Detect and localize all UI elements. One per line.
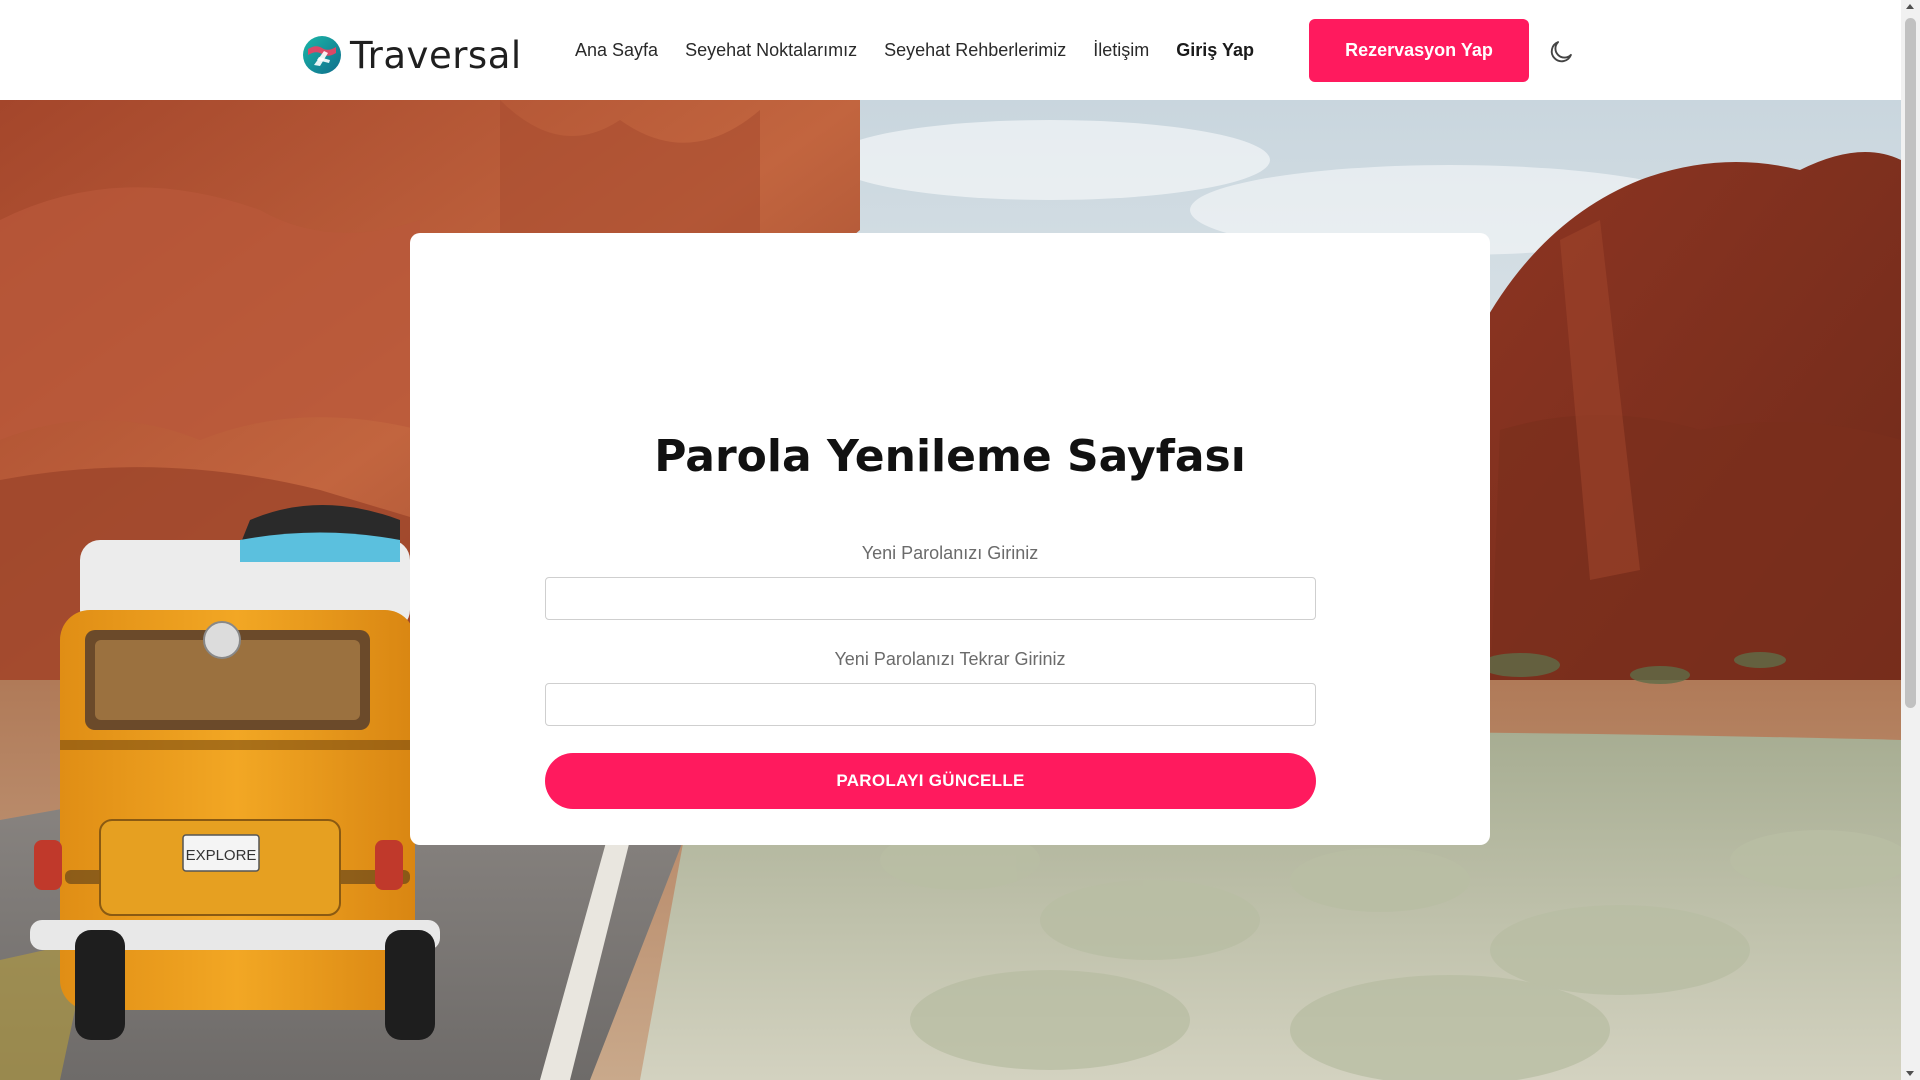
nav-item-login[interactable]: Giriş Yap xyxy=(1176,36,1254,64)
page-scrollbar[interactable] xyxy=(1901,0,1920,1080)
confirm-password-label: Yeni Parolanızı Tekrar Giriniz xyxy=(834,649,1066,669)
nav-item-guides[interactable]: Seyehat Rehberlerimiz xyxy=(884,36,1066,64)
van-illustration: EXPLORE xyxy=(30,505,440,1040)
nav-item-destinations[interactable]: Seyehat Noktalarımız xyxy=(685,36,857,64)
new-password-label: Yeni Parolanızı Giriniz xyxy=(861,543,1039,563)
confirm-password-field[interactable] xyxy=(545,683,1316,726)
nav-item-contact[interactable]: İletişim xyxy=(1093,36,1149,64)
site-logo-text: Traversal xyxy=(350,33,522,77)
scrollbar-thumb[interactable] xyxy=(1905,18,1916,708)
page-title: Parola Yenileme Sayfası xyxy=(654,431,1246,482)
globe-plane-icon xyxy=(303,36,341,74)
site-logo[interactable]: Traversal xyxy=(302,30,522,80)
moon-icon[interactable] xyxy=(1547,38,1575,66)
scroll-up-icon[interactable] xyxy=(1906,4,1914,9)
book-button[interactable]: Rezervasyon Yap xyxy=(1309,19,1529,82)
main-nav: Ana Sayfa Seyehat Noktalarımız Seyehat R… xyxy=(575,36,1254,64)
scroll-down-icon[interactable] xyxy=(1906,1071,1914,1076)
site-header: Traversal Ana Sayfa Seyehat Noktalarımız… xyxy=(0,0,1901,100)
update-password-button[interactable]: PAROLAYI GÜNCELLE xyxy=(545,753,1316,809)
van-plate-text: EXPLORE xyxy=(186,847,257,864)
password-reset-card: Parola Yenileme Sayfası Yeni Parolanızı … xyxy=(410,233,1490,845)
nav-item-home[interactable]: Ana Sayfa xyxy=(575,36,658,64)
new-password-field[interactable] xyxy=(545,577,1316,620)
